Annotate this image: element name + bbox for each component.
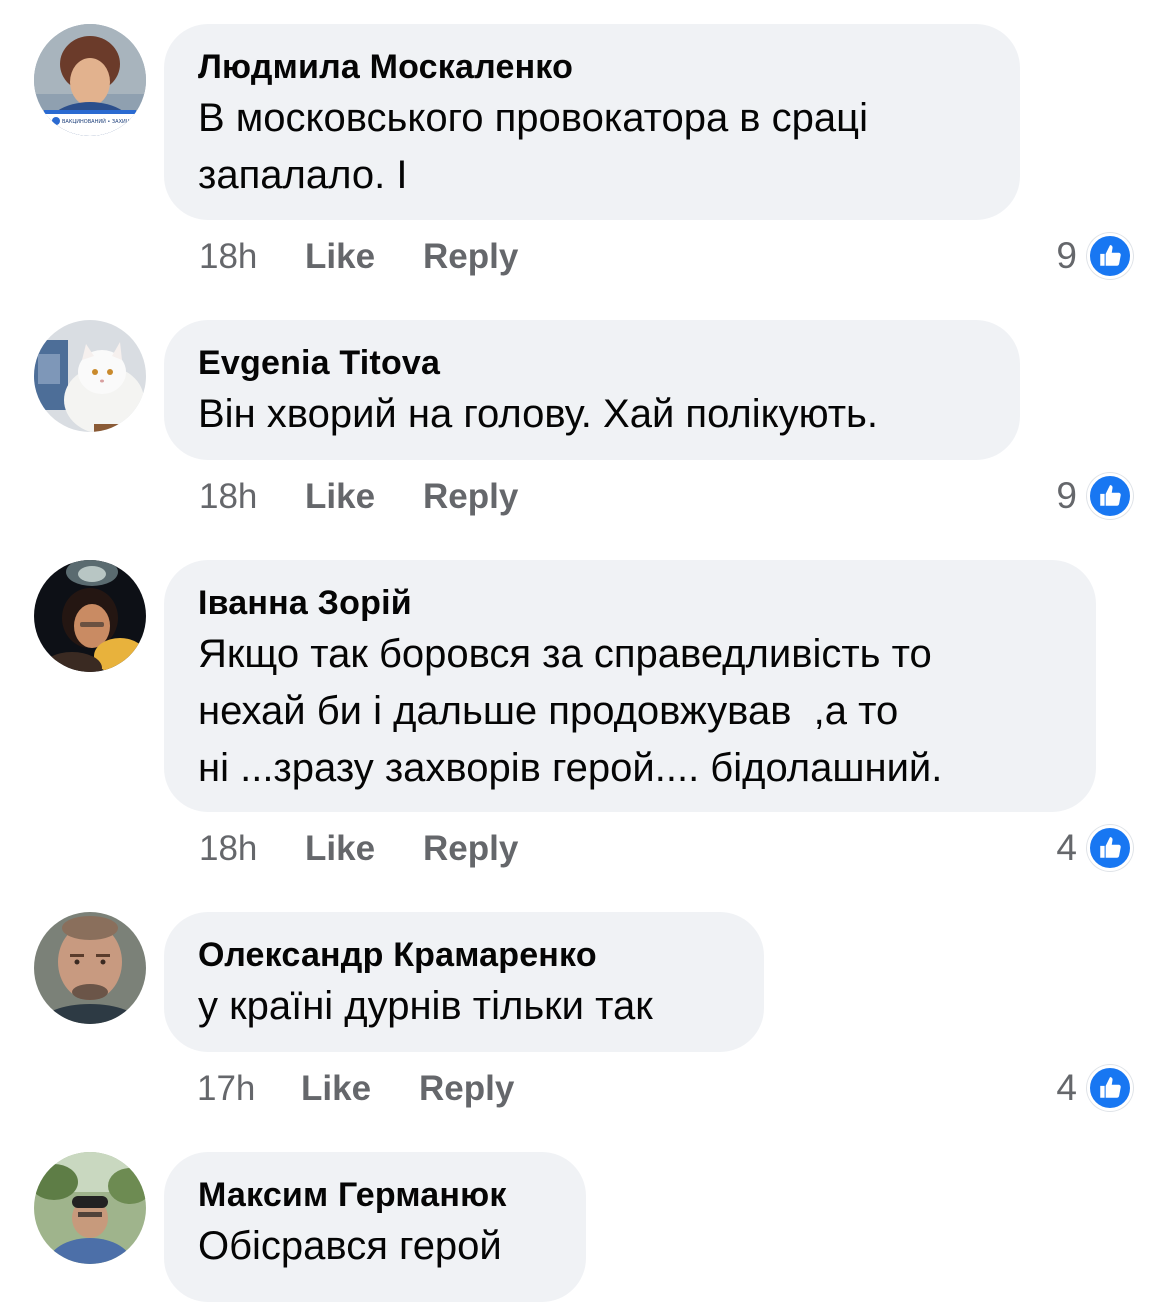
avatar[interactable] xyxy=(34,320,146,432)
comment-author[interactable]: Максим Германюк xyxy=(198,1174,552,1216)
avatar[interactable] xyxy=(34,560,146,672)
thumbs-up-icon xyxy=(1087,825,1133,871)
comment-author[interactable]: Олександр Крамаренко xyxy=(198,934,730,976)
reaction-summary[interactable]: 4 xyxy=(1056,1063,1133,1113)
comment-time[interactable]: 18h xyxy=(199,829,305,869)
comment-text: В московського провокатора в сраці запал… xyxy=(198,96,868,197)
comment-actions: 18h Like Reply xyxy=(199,237,518,277)
comment-actions: 18h Like Reply xyxy=(199,477,518,517)
reaction-count: 9 xyxy=(1056,475,1077,516)
reaction-count: 4 xyxy=(1056,827,1077,868)
comment-author[interactable]: Evgenia Titova xyxy=(198,342,986,384)
reaction-summary[interactable]: 4 xyxy=(1056,823,1133,873)
comment-actions: 18h Like Reply xyxy=(199,829,518,869)
svg-text:ВАКЦИНОВАНИЙ • ЗАХИЩЕНИЙ: ВАКЦИНОВАНИЙ • ЗАХИЩЕНИЙ xyxy=(62,118,146,125)
like-button[interactable]: Like xyxy=(305,237,423,277)
comment-time[interactable]: 17h xyxy=(197,1069,301,1109)
like-button[interactable]: Like xyxy=(301,1069,419,1109)
comment-text: у країні дурнів тільки так xyxy=(198,984,653,1028)
comment-text: Якщо так боровся за справедливість то не… xyxy=(198,632,943,790)
thumbs-up-icon xyxy=(1087,1065,1133,1111)
comment-text: Обісрався герой xyxy=(198,1224,502,1268)
avatar[interactable] xyxy=(34,912,146,1024)
reply-button[interactable]: Reply xyxy=(423,829,518,869)
like-button[interactable]: Like xyxy=(305,477,423,517)
comment-text: Він хворий на голову. Хай полікують. xyxy=(198,392,878,436)
comment-actions: 17h Like Reply xyxy=(197,1069,514,1109)
comment-time[interactable]: 18h xyxy=(199,237,305,277)
comment-time[interactable]: 18h xyxy=(199,477,305,517)
comment-bubble: Іванна Зорій Якщо так боровся за справед… xyxy=(164,560,1096,812)
thumbs-up-icon xyxy=(1087,233,1133,279)
reaction-count: 4 xyxy=(1056,1067,1077,1108)
comment-author[interactable]: Іванна Зорій xyxy=(198,582,1062,624)
comment-author[interactable]: Людмила Москаленко xyxy=(198,46,986,88)
reaction-count: 9 xyxy=(1056,235,1077,276)
reaction-summary[interactable]: 9 xyxy=(1056,231,1133,281)
thumbs-up-icon xyxy=(1087,473,1133,519)
like-button[interactable]: Like xyxy=(305,829,423,869)
comment-bubble: Evgenia Titova Він хворий на голову. Хай… xyxy=(164,320,1020,460)
comment-bubble: Олександр Крамаренко у країні дурнів тіл… xyxy=(164,912,764,1052)
reply-button[interactable]: Reply xyxy=(423,237,518,277)
avatar[interactable] xyxy=(34,1152,146,1264)
comment-bubble: Людмила Москаленко В московського провок… xyxy=(164,24,1020,220)
reaction-summary[interactable]: 9 xyxy=(1056,471,1133,521)
reply-button[interactable]: Reply xyxy=(423,477,518,517)
avatar[interactable]: ВАКЦИНОВАНИЙ • ЗАХИЩЕНИЙ xyxy=(34,24,146,136)
reply-button[interactable]: Reply xyxy=(419,1069,514,1109)
